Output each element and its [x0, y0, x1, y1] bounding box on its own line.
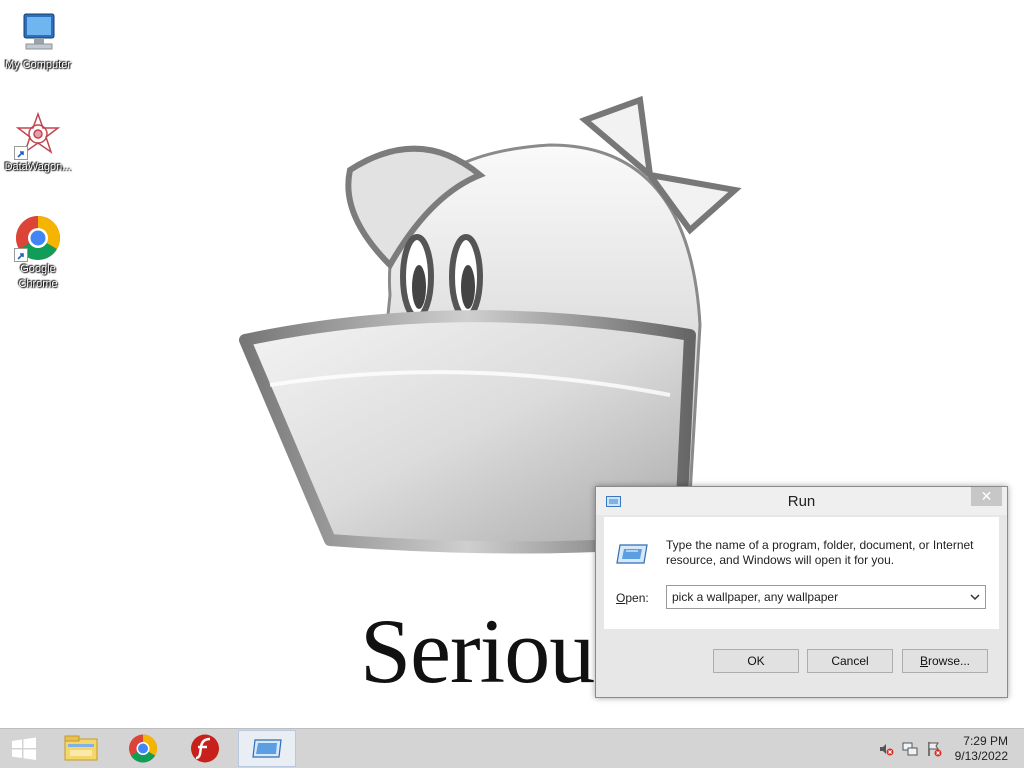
run-title: Run	[787, 493, 816, 510]
desktop-icon-label: DataWagon...	[4, 161, 72, 173]
open-label-access-key: O	[616, 591, 626, 605]
run-description: Type the name of a program, folder, docu…	[666, 538, 974, 567]
taskbar-item-file-explorer[interactable]	[52, 730, 110, 767]
desktop-icon-my-computer[interactable]: My Computer	[0, 10, 76, 73]
browse-button[interactable]: Browse...	[902, 649, 988, 673]
taskbar-item-google-chrome[interactable]	[114, 730, 172, 767]
taskbar-item-run[interactable]	[238, 730, 296, 767]
open-label: Open:	[616, 591, 649, 605]
network-icon[interactable]	[902, 741, 918, 757]
desktop-icon-label: Google Chrome	[18, 263, 58, 290]
system-tray: 7:29 PM 9/13/2022	[864, 729, 1024, 769]
desktop-icon-datawagon[interactable]: DataWagon...	[0, 111, 76, 175]
open-label-text: pen:	[625, 591, 649, 605]
close-icon: ✕	[980, 488, 993, 504]
close-button[interactable]: ✕	[971, 487, 1002, 506]
run-dialog: Run ✕ Type the name of a program, folder…	[595, 486, 1008, 698]
run-titlebar[interactable]: Run ✕	[596, 487, 1007, 515]
desktop: Seriousl My Computer DataWagon... Google…	[0, 0, 1024, 728]
clock-date: 9/13/2022	[954, 749, 1008, 763]
chevron-down-icon[interactable]	[967, 590, 983, 604]
taskbar: 7:29 PM 9/13/2022	[0, 728, 1024, 768]
browse-label: rowse...	[928, 654, 971, 668]
volume-muted-icon[interactable]	[878, 741, 894, 757]
action-center-icon[interactable]	[926, 741, 942, 757]
desktop-icon-google-chrome[interactable]: Google Chrome	[0, 214, 76, 292]
cancel-button[interactable]: Cancel	[807, 649, 893, 673]
open-input[interactable]	[667, 586, 963, 608]
google-chrome-icon	[129, 734, 157, 763]
desktop-icon-label: My Computer	[4, 59, 72, 71]
run-icon	[616, 543, 648, 565]
start-button[interactable]	[0, 729, 48, 769]
open-combobox[interactable]	[666, 585, 986, 609]
windows-logo-icon	[12, 737, 36, 760]
google-chrome-icon	[14, 214, 62, 262]
run-icon	[252, 739, 282, 758]
shortcut-arrow-icon	[14, 146, 28, 160]
shortcut-arrow-icon	[14, 248, 28, 262]
browse-access-key: B	[919, 654, 928, 668]
file-explorer-icon	[64, 735, 98, 761]
clock[interactable]: 7:29 PM 9/13/2022	[944, 734, 1008, 764]
flash-icon	[191, 734, 219, 763]
clock-time: 7:29 PM	[963, 734, 1008, 748]
my-computer-icon	[14, 10, 62, 58]
run-body: Type the name of a program, folder, docu…	[604, 517, 999, 629]
ok-button[interactable]: OK	[713, 649, 799, 673]
taskbar-item-flash[interactable]	[176, 730, 234, 767]
datawagon-icon	[14, 111, 62, 160]
